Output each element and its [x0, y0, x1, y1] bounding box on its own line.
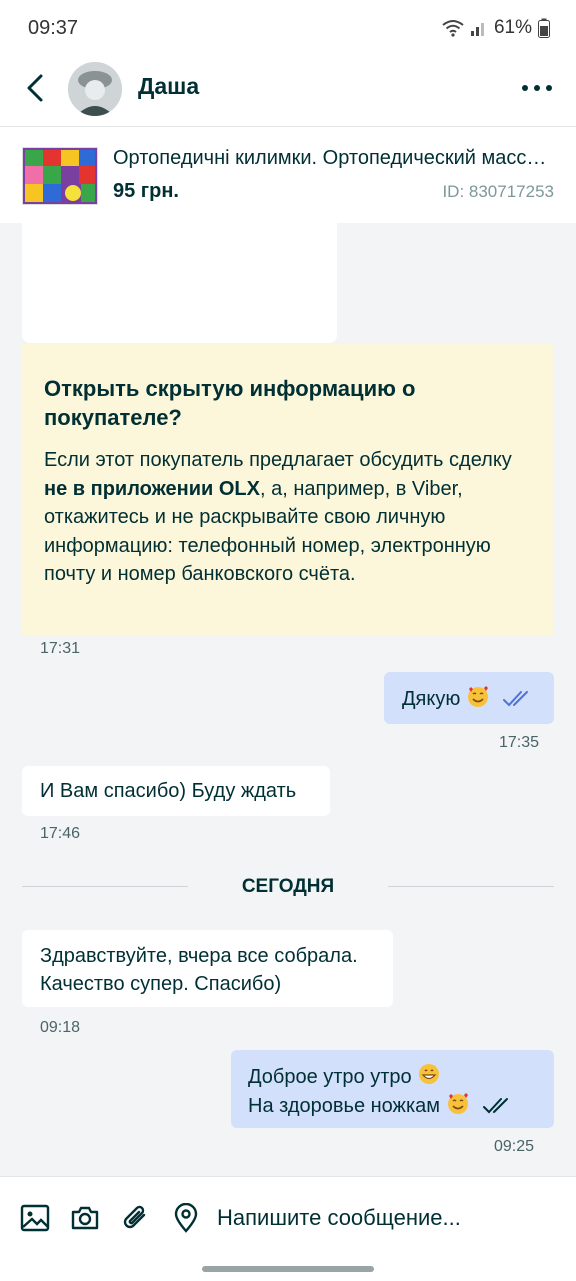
location-pin-icon: [174, 1202, 198, 1233]
outgoing-message[interactable]: Дякую: [384, 672, 554, 724]
listing-title: Ортопедичні килимки. Ортопедический масс…: [113, 147, 553, 169]
signal-icon: [470, 23, 484, 36]
listing-thumbnail: [22, 147, 98, 205]
warning-title: Открыть скрытую информацию о покупателе?: [44, 376, 416, 430]
image-icon: [20, 1204, 50, 1232]
battery-percent: 61%: [493, 17, 532, 38]
back-button[interactable]: [18, 68, 58, 108]
camera-button[interactable]: [70, 1203, 100, 1233]
outgoing-message[interactable]: Доброе утро утро На здоровье ножкам: [231, 1050, 554, 1128]
message-input[interactable]: Напишите сообщение...: [217, 1205, 461, 1231]
grinning-face-icon: [419, 1064, 440, 1084]
camera-icon: [71, 1206, 99, 1230]
image-message[interactable]: [22, 223, 337, 343]
status-time: 09:37: [28, 17, 79, 39]
warning-body: Если этот покупатель предлагает обсудить…: [44, 446, 530, 589]
date-separator: СЕГОДНЯ: [241, 876, 335, 897]
message-text: Дякую: [402, 688, 461, 710]
avatar[interactable]: [68, 62, 122, 116]
more-dots-icon: [522, 85, 552, 91]
warning-body-part1: Если этот покупатель предлагает обсудить…: [44, 449, 512, 471]
mat-product-image: [23, 148, 97, 204]
smiling-face-with-hearts-icon: [447, 1093, 468, 1114]
user-avatar-icon: [68, 62, 122, 116]
chat-header: Даша: [0, 56, 576, 127]
wifi-icon: [442, 20, 464, 37]
back-arrow-icon: [27, 74, 43, 102]
more-options-button[interactable]: [520, 74, 554, 102]
contact-name[interactable]: Даша: [138, 73, 199, 100]
message-line: Доброе утро утро: [248, 1066, 412, 1088]
paperclip-icon: [123, 1205, 146, 1229]
read-checkmarks-icon: [483, 1098, 509, 1114]
gallery-button[interactable]: [20, 1203, 50, 1233]
incoming-message[interactable]: Здравствуйте, вчера все собрала. Качеств…: [22, 930, 393, 1007]
warning-body-bold: не в приложении OLX: [44, 477, 260, 500]
message-line: Качество супер. Спасибо): [40, 973, 282, 995]
message-time: 09:18: [40, 1019, 81, 1036]
message-line: Здравствуйте, вчера все собрала.: [40, 945, 358, 967]
status-bar: 09:37 61%: [0, 0, 576, 56]
message-time: 09:25: [494, 1138, 535, 1155]
listing-price: 95 грн.: [113, 180, 179, 202]
battery-icon: [538, 18, 550, 38]
attach-button[interactable]: [120, 1203, 150, 1233]
message-time: 17:35: [499, 734, 540, 751]
location-button[interactable]: [171, 1202, 201, 1233]
incoming-message[interactable]: И Вам спасибо) Буду ждать: [22, 766, 330, 816]
message-text: И Вам спасибо) Буду ждать: [40, 780, 297, 802]
safety-warning-card: Открыть скрытую информацию о покупателе?…: [22, 344, 553, 636]
message-line: На здоровье ножкам: [248, 1095, 441, 1117]
message-time: 17:31: [40, 640, 81, 657]
message-time: 17:46: [40, 825, 81, 842]
listing-card[interactable]: Ортопедичні килимки. Ортопедический масс…: [0, 127, 576, 223]
status-icons: 61%: [442, 17, 550, 39]
read-checkmarks-icon: [503, 691, 529, 707]
smiling-face-with-hearts-icon: [467, 686, 488, 707]
listing-id: ID: 830717253: [442, 182, 554, 201]
home-indicator[interactable]: [202, 1266, 374, 1272]
